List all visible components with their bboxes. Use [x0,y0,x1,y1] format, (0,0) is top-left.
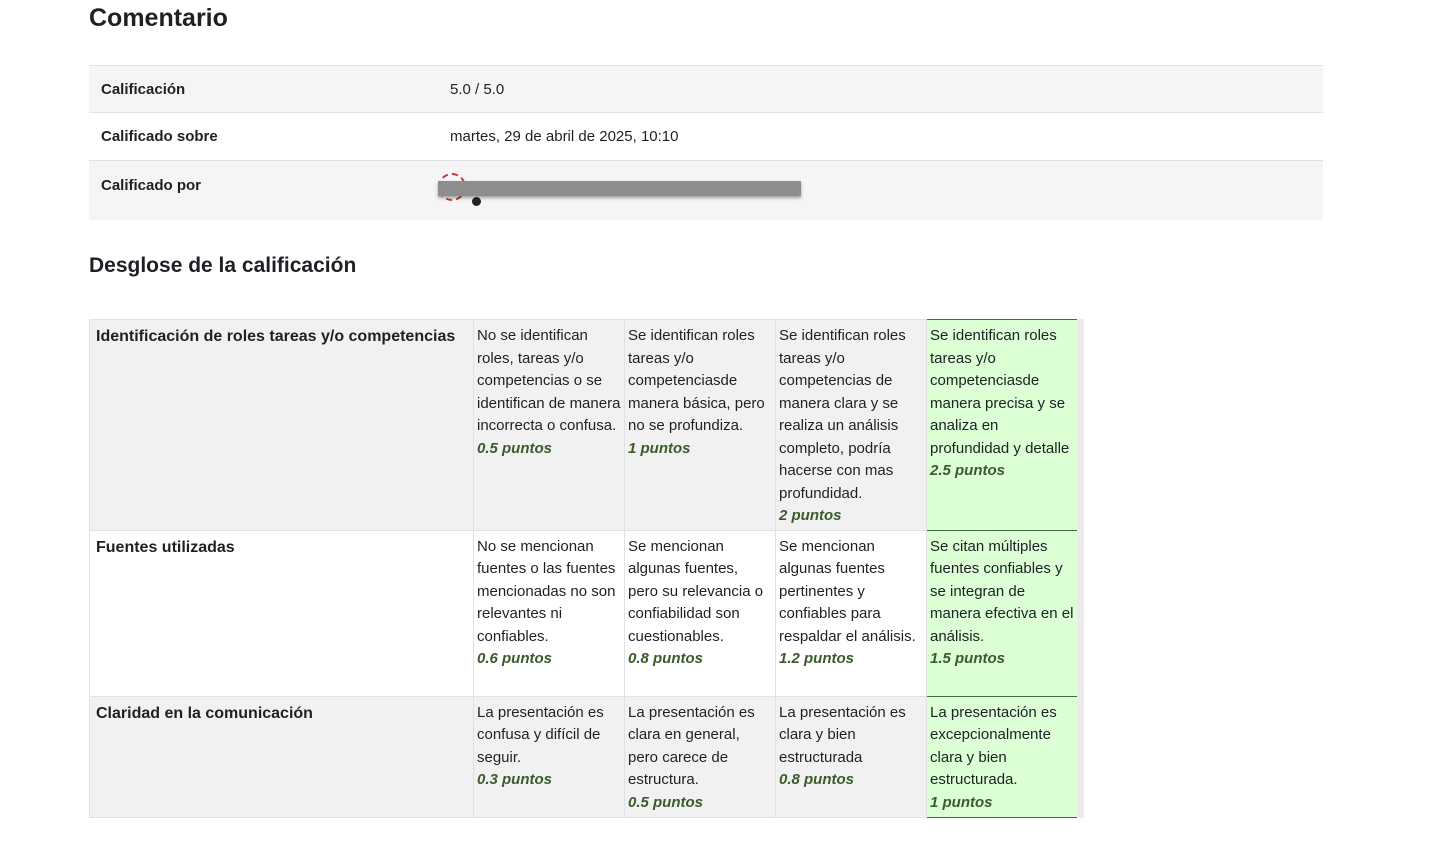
rubric-level-selected: La presentación es excepcionalmente clar… [926,695,1084,818]
rubric-level: No se identifican roles, tareas y/o comp… [473,319,625,531]
rubric-row: Claridad en la comunicación La presentac… [89,695,1084,818]
level-points: 0.3 puntos [477,771,553,788]
grade-label: Calificación [101,80,186,98]
graded-on-label: Calificado sobre [101,128,218,145]
rubric-level-selected: Se citan múltiples fuentes confiables y … [926,529,1084,697]
level-description: No se mencionan fuentes o las fuentes me… [477,537,616,645]
criterion-name: Fuentes utilizadas [89,529,474,697]
level-points: 0.8 puntos [779,771,855,788]
level-points: 1.2 puntos [779,650,855,667]
level-description: Se identifican roles tareas y/o competen… [779,327,906,502]
level-points: 0.6 puntos [477,650,553,667]
graded-by-label: Calificado por [101,177,202,194]
level-description: La presentación es confusa y difícil de … [477,703,604,766]
level-description: No se identifican roles, tareas y/o comp… [477,327,621,434]
graded-by-value [438,161,1323,220]
grade-row: Calificación 5.0 / 5.0 [89,65,1323,113]
level-description: La presentación es clara y bien estructu… [779,703,906,766]
criterion-name: Claridad en la comunicación [89,695,474,818]
rubric-level: La presentación es confusa y difícil de … [473,695,625,818]
level-description: La presentación es excepcionalmente clar… [930,703,1057,789]
level-description: La presentación es clara en general, per… [628,703,755,789]
level-description: Se identifican roles tareas y/o competen… [930,327,1070,457]
level-points: 2.5 puntos [930,462,1006,479]
level-description: Se mencionan algunas fuentes pertinentes… [779,537,916,645]
rubric-level: La presentación es clara en general, per… [624,695,776,818]
level-points: 2 puntos [779,507,842,524]
level-description: Se citan múltiples fuentes confiables y … [930,537,1074,645]
grader-profile[interactable] [438,173,1323,217]
rubric-level: Se identifican roles tareas y/o competen… [775,319,927,531]
rubric-level: Se mencionan algunas fuentes pertinentes… [775,529,927,697]
rubric-level: Se identifican roles tareas y/o competen… [624,319,776,531]
level-points: 1 puntos [930,793,993,811]
graded-on-row: Calificado sobre martes, 29 de abril de … [89,112,1323,161]
rubric-level: No se mencionan fuentes o las fuentes me… [473,529,625,697]
rubric-level: Se mencionan algunas fuentes, pero su re… [624,529,776,697]
graded-on-value: martes, 29 de abril de 2025, 10:10 [450,128,679,145]
level-description: Se mencionan algunas fuentes, pero su re… [628,537,764,645]
grade-info-table: Calificación 5.0 / 5.0 Calificado sobre … [89,65,1323,220]
rubric-table: Identificación de roles tareas y/o compe… [89,319,1084,818]
rubric-row: Fuentes utilizadas No se mencionan fuent… [89,529,1084,697]
level-points: 0.5 puntos [477,439,553,457]
avatar-status-icon [472,197,481,206]
level-points: 1.5 puntos [930,650,1006,667]
graded-by-row: Calificado por [89,160,1323,220]
rubric-row: Identificación de roles tareas y/o compe… [89,319,1084,531]
grader-name-redacted [438,181,801,196]
level-description: Se identifican roles tareas y/o competen… [628,327,765,434]
rubric-level-selected: Se identifican roles tareas y/o competen… [926,319,1084,531]
grade-value: 5.0 / 5.0 [450,80,505,98]
criterion-name: Identificación de roles tareas y/o compe… [89,319,474,531]
level-points: 0.5 puntos [628,793,704,811]
page-title: Comentario [89,4,228,32]
breakdown-title: Desglose de la calificación [89,254,357,277]
level-points: 1 puntos [628,439,691,457]
rubric-level: La presentación es clara y bien estructu… [775,695,927,818]
level-points: 0.8 puntos [628,650,704,667]
